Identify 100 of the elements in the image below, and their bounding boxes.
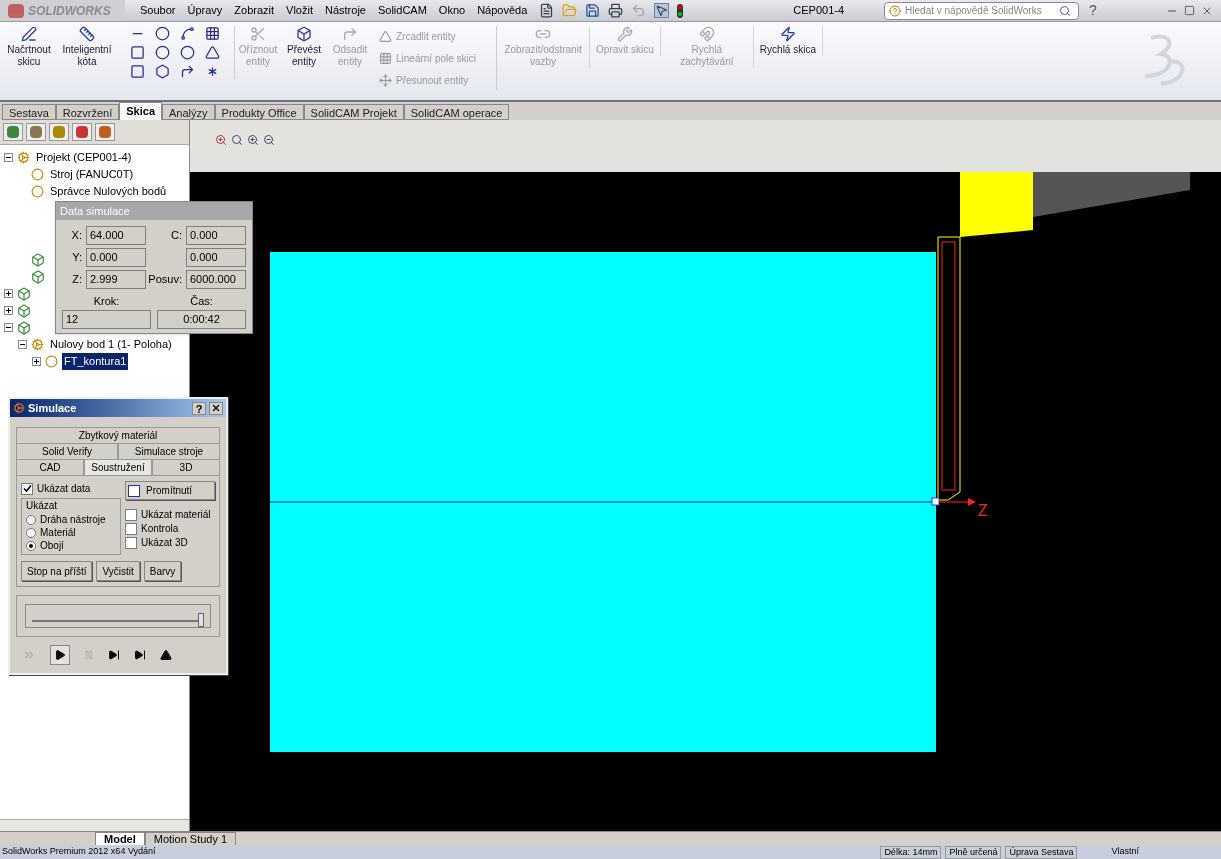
field-label: X: [70,228,83,244]
command-tab[interactable]: Sestava [2,104,56,120]
skip-to-end-icon[interactable] [134,649,146,661]
help-menu[interactable]: ? [1089,0,1097,21]
bottom-tab[interactable]: Model [95,831,145,846]
ribbon-button[interactable]: Inteligentní kóta [58,26,116,68]
dialog-tab[interactable]: Simulace stroje [118,443,220,459]
new-document-icon[interactable] [539,3,555,18]
tree-item[interactable]: Stroj (FANUC0T) [48,166,136,183]
traffic-light-icon[interactable] [677,3,684,18]
dialog-tab[interactable]: 3D [152,459,220,475]
horizontal-scrollbar[interactable] [0,819,189,831]
dialog-tab[interactable]: Soustružení [84,459,152,475]
command-tab[interactable]: Rozvržení [55,104,120,120]
slider-thumb[interactable] [198,613,205,627]
ribbon-button[interactable]: Převést entity [281,26,327,68]
command-tab[interactable]: SolidCAM operace [403,104,510,120]
feature-icon[interactable] [17,320,31,335]
radio-label: Dráha nástroje [40,513,106,527]
panel-tab-icon[interactable] [72,123,92,141]
tool-icon [379,73,392,87]
tool-icon [250,26,266,42]
tool-icon [21,26,37,42]
tool-icon [616,26,633,42]
menu-item[interactable]: Úpravy [187,2,223,19]
expand-icon[interactable] [4,306,13,315]
dialog-button[interactable]: Vyčistit [96,561,140,581]
tree-item[interactable]: FT_kontura1 [62,353,129,370]
zoom-in-icon[interactable] [247,134,259,146]
dialog-tab[interactable]: Zbytkový materiál [16,427,220,443]
tree-item[interactable]: Nulovy bod 1 (1- Poloha) [48,336,174,353]
projection-button[interactable]: Promítnutí [125,481,215,500]
help-button[interactable]: ? [192,401,206,415]
feature-icon [31,338,44,351]
zoom-out-icon[interactable] [263,134,275,146]
checkbox[interactable] [21,482,33,495]
menu-item[interactable]: Zobrazit [234,2,275,19]
speed-slider[interactable] [25,604,211,628]
dialog-tab[interactable]: CAD [16,459,84,475]
tree-item[interactable]: Projekt (CEP001-4) [34,149,134,166]
ribbon-button[interactable]: Rychlá skica [753,26,823,56]
maximize-icon[interactable] [1184,5,1195,16]
menu-item[interactable]: Nástroje [325,2,366,19]
status-field: Délka: 14mm [880,845,942,859]
panel-tab-icon[interactable] [26,123,46,141]
radio-button[interactable] [26,514,36,525]
dialog-tab[interactable]: Solid Verify [16,443,118,459]
value-field: 0:00:42 [157,309,246,329]
tool-icon [779,26,796,42]
menu-item[interactable]: Vložit [286,2,313,19]
panel-tab-icon[interactable] [49,123,69,141]
help-search-field[interactable]: Hledat v nápovědě SolidWorks [884,1,1080,20]
save-icon[interactable] [585,3,601,18]
feature-icon[interactable] [31,269,45,284]
feature-icon[interactable] [17,286,31,301]
command-tab[interactable]: Skica [119,102,163,120]
units-menu[interactable]: Vlastní [1111,845,1139,859]
feature-icon[interactable] [31,252,45,267]
tree-item[interactable]: Správce Nulových bodů [48,183,169,200]
radio-button[interactable] [26,527,36,538]
feature-icon [31,168,44,181]
checkbox[interactable] [125,522,137,535]
eject-icon[interactable] [160,649,172,661]
menu-item[interactable]: Okno [438,2,466,19]
collapse-icon[interactable] [4,323,13,332]
print-icon[interactable] [608,3,624,18]
expand-icon[interactable] [4,289,13,298]
play-button[interactable] [50,645,70,665]
radio-button[interactable] [26,540,36,551]
checkbox[interactable] [125,508,137,521]
app-logo: SOLIDWORKS [0,0,125,21]
bottom-tab[interactable]: Motion Study 1 [144,831,237,846]
menu-item[interactable]: SolidCAM [377,2,427,19]
close-button[interactable] [209,401,223,415]
expand-icon[interactable] [32,357,41,366]
value-field: 0.000 [186,226,246,245]
command-tab[interactable]: Produkty Office [214,104,304,120]
axis-label: Z [978,502,988,519]
panel-tab-icon[interactable] [95,123,115,141]
ribbon-button[interactable]: Načrtnout skicu [0,26,58,68]
zoom-window-icon[interactable] [231,134,243,146]
zoom-in-icon[interactable] [215,134,227,146]
skip-forward-icon[interactable] [108,649,120,661]
feature-icon[interactable] [17,303,31,318]
search-icon [1059,4,1072,17]
command-tab[interactable]: SolidCAM Projekt [303,104,404,120]
document-title: CEP001-4 [793,3,845,19]
collapse-icon[interactable] [4,153,13,162]
value-field: 12 [62,309,151,329]
pointer-icon[interactable] [654,3,670,18]
dialog-button[interactable]: Stop na příští [21,561,93,581]
menu-item[interactable]: Nápověda [477,2,528,19]
window-title: Simulace [28,400,77,416]
command-tab[interactable]: Analýzy [162,104,215,120]
checkbox[interactable] [125,536,137,549]
collapse-icon[interactable] [18,340,27,349]
panel-tab-icon[interactable] [3,123,23,141]
value-field: 0.000 [86,248,146,267]
menu-item[interactable]: Soubor [140,2,176,19]
dialog-button[interactable]: Barvy [143,561,182,581]
